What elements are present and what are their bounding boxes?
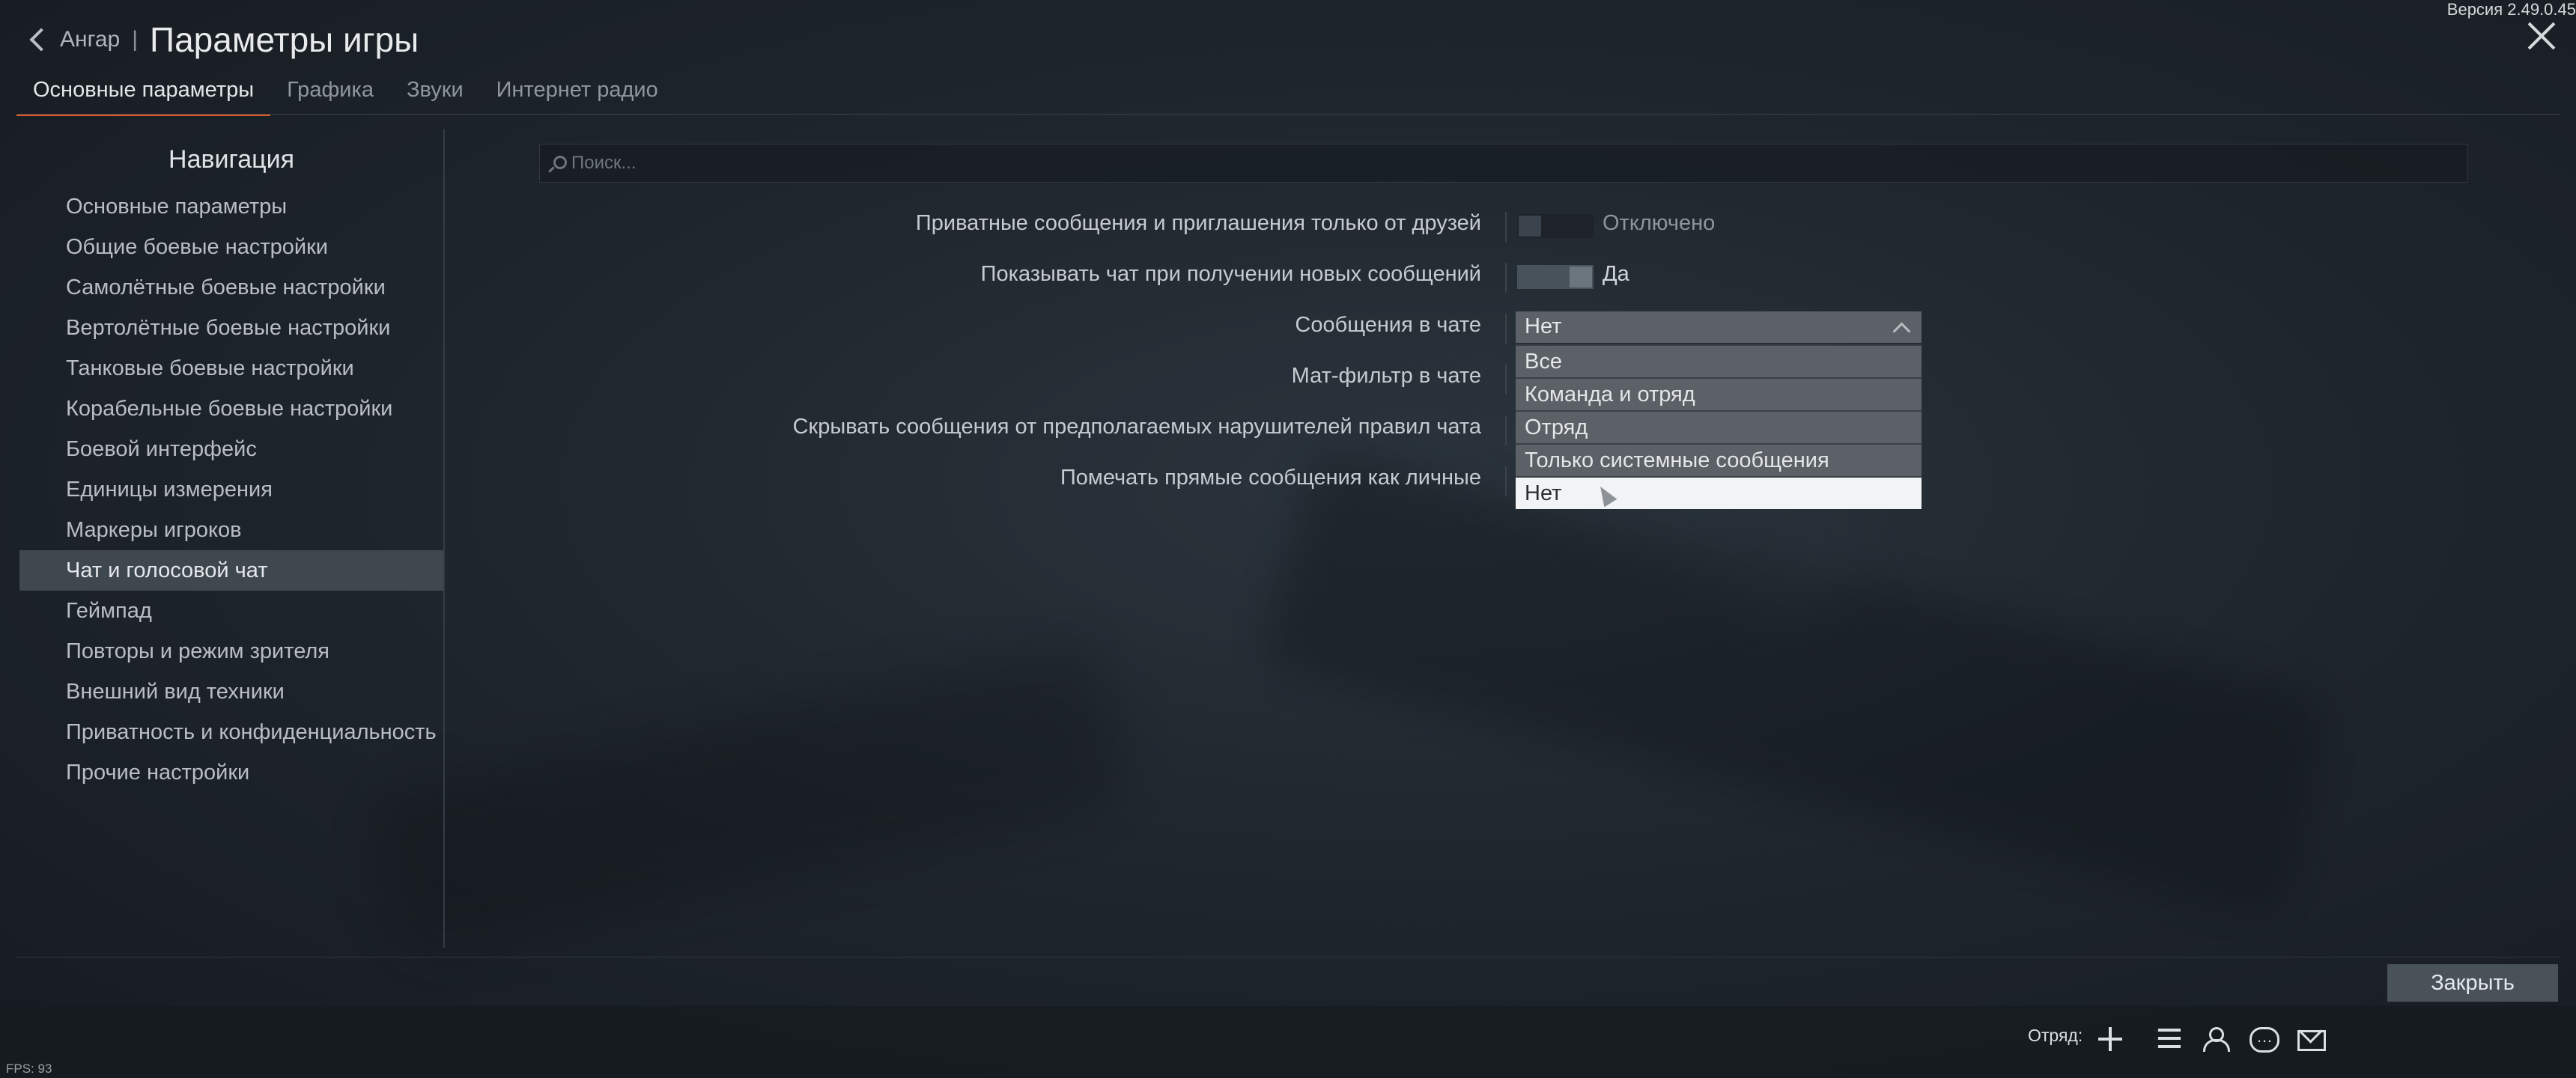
- row-divider: [1505, 263, 1507, 293]
- nav-item-helicopter-battle[interactable]: Вертолётные боевые настройки: [19, 308, 443, 348]
- nav-item-units[interactable]: Единицы измерения: [19, 469, 443, 510]
- nav-item-gamepad[interactable]: Геймпад: [19, 591, 443, 631]
- page-title: Параметры игры: [150, 20, 419, 59]
- nav-item-chat-voice[interactable]: Чат и голосовой чат: [19, 550, 443, 591]
- close-button[interactable]: Закрыть: [2387, 964, 2558, 1002]
- mail-icon[interactable]: [2294, 1023, 2327, 1056]
- search-box[interactable]: [539, 144, 2468, 183]
- chat-messages-options: Все Команда и отряд Отряд Только системн…: [1516, 344, 1922, 509]
- back-label: Ангар: [60, 27, 121, 52]
- settings-tabs: Основные параметры Графика Звуки Интерне…: [16, 72, 675, 116]
- chevron-left-icon: [29, 28, 53, 52]
- setting-label-hide-violators: Скрывать сообщения от предполагаемых нар…: [792, 415, 1481, 439]
- private-messages-toggle[interactable]: [1517, 214, 1594, 238]
- background-shape: [1261, 445, 2333, 917]
- version-label: Версия 2.49.0.45: [2446, 0, 2576, 19]
- nav-item-main-settings[interactable]: Основные параметры: [19, 186, 443, 227]
- nav-item-aircraft-battle[interactable]: Самолётные боевые настройки: [19, 267, 443, 308]
- setting-label-mark-direct: Помечать прямые сообщения как личные: [1060, 466, 1481, 490]
- background-shape: [365, 642, 1132, 960]
- nav-item-replays[interactable]: Повторы и режим зрителя: [19, 631, 443, 672]
- plus-icon[interactable]: [2094, 1023, 2127, 1056]
- setting-label-profanity-filter: Мат-фильтр в чате: [1291, 364, 1481, 388]
- friends-icon[interactable]: [2199, 1023, 2232, 1056]
- dropdown-selected-value: Нет: [1525, 314, 1562, 338]
- show-chat-toggle[interactable]: [1517, 265, 1594, 289]
- fps-counter: FPS: 93: [6, 1062, 52, 1076]
- toggle-knob: [1570, 267, 1592, 287]
- search-input[interactable]: [570, 152, 2467, 174]
- setting-label-show-chat: Показывать чат при получении новых сообщ…: [980, 262, 1481, 286]
- search-icon: [549, 154, 567, 172]
- chevron-up-icon: [1892, 322, 1911, 341]
- tab-sound[interactable]: Звуки: [390, 72, 480, 114]
- nav-item-privacy[interactable]: Приватность и конфиденциальность: [19, 712, 443, 752]
- show-chat-value: Да: [1603, 262, 1629, 286]
- row-divider: [1505, 212, 1507, 242]
- navigation-panel: Навигация Основные параметры Общие боевы…: [19, 129, 445, 948]
- setting-label-chat-messages: Сообщения в чате: [1295, 313, 1481, 337]
- nav-item-ship-battle[interactable]: Корабельные боевые настройки: [19, 389, 443, 429]
- setting-label-private-messages: Приватные сообщения и приглашения только…: [915, 211, 1481, 235]
- nav-item-battle-interface[interactable]: Боевой интерфейс: [19, 429, 443, 469]
- nav-item-general-battle[interactable]: Общие боевые настройки: [19, 227, 443, 267]
- title-separator: |: [132, 27, 139, 52]
- dropdown-option-squad[interactable]: Отряд: [1516, 410, 1922, 443]
- private-messages-value: Отключено: [1603, 211, 1716, 235]
- tabs-divider: [16, 114, 2560, 115]
- chat-icon[interactable]: [2247, 1023, 2279, 1056]
- row-divider: [1505, 314, 1507, 344]
- nav-title: Навигация: [168, 145, 294, 174]
- close-icon[interactable]: [2527, 21, 2557, 51]
- row-divider: [1505, 415, 1507, 445]
- squad-label: Отряд:: [2028, 1026, 2083, 1045]
- dropdown-option-all[interactable]: Все: [1516, 344, 1922, 377]
- back-to-hangar-link[interactable]: Ангар | Параметры игры: [27, 19, 419, 60]
- dropdown-option-system-only[interactable]: Только системные сообщения: [1516, 443, 1922, 476]
- tab-graphics[interactable]: Графика: [270, 72, 390, 114]
- nav-item-tank-battle[interactable]: Танковые боевые настройки: [19, 348, 443, 389]
- toggle-knob: [1519, 216, 1541, 237]
- nav-item-vehicle-appearance[interactable]: Внешний вид техники: [19, 672, 443, 712]
- dropdown-option-team-squad[interactable]: Команда и отряд: [1516, 377, 1922, 410]
- list-icon[interactable]: [2151, 1023, 2184, 1056]
- tab-main-settings[interactable]: Основные параметры: [16, 72, 271, 116]
- row-divider: [1505, 365, 1507, 395]
- bottom-bar: [0, 1006, 2576, 1078]
- tab-internet-radio[interactable]: Интернет радио: [480, 72, 675, 114]
- nav-item-player-markers[interactable]: Маркеры игроков: [19, 510, 443, 550]
- row-divider: [1505, 466, 1507, 496]
- nav-item-other[interactable]: Прочие настройки: [19, 752, 443, 793]
- chat-messages-dropdown[interactable]: Нет: [1516, 311, 1922, 343]
- dropdown-option-none[interactable]: Нет: [1516, 476, 1922, 509]
